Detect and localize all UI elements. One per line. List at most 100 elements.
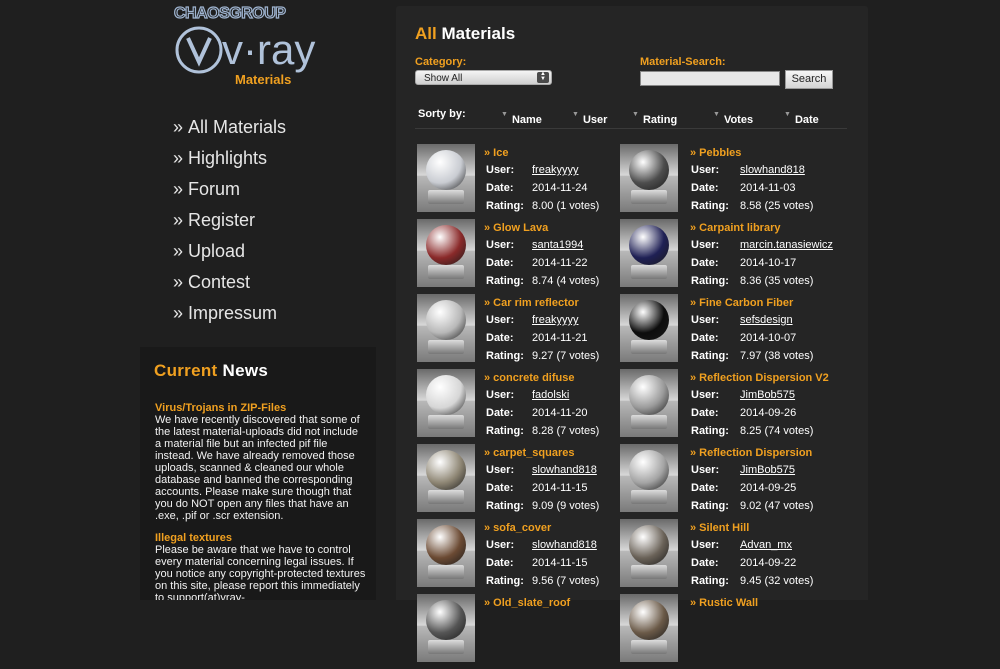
vray-materials-logo[interactable]: CHAOSGROUP v·ray Materials [172, 2, 330, 88]
sort-by-date[interactable]: ▼ Date [784, 108, 819, 126]
nav-item-label: Impressum [188, 303, 278, 323]
material-name-link[interactable]: » Old_slate_roof [484, 597, 570, 609]
material-date: 2014-11-15 [532, 557, 588, 569]
material-card: » Pebbles User: slowhand818 Date: 2014-11-03… [620, 144, 855, 219]
material-name-link[interactable]: » carpet_squares [484, 447, 575, 459]
news-item-body: We have recently discovered that some of… [155, 414, 360, 522]
nav-item-label: All Materials [188, 117, 287, 137]
logo-brand: v·ray [222, 26, 315, 73]
nav-arrow-icon: » [173, 272, 184, 292]
material-name-link[interactable]: » Rustic Wall [690, 597, 758, 609]
material-user-link[interactable]: JimBob575 [740, 464, 795, 476]
search-label: Material-Search: [640, 56, 726, 68]
material-name-link[interactable]: » Reflection Dispersion [690, 447, 812, 459]
material-user-label: User: [486, 539, 515, 551]
material-thumbnail[interactable] [620, 219, 678, 287]
material-rating-label: Rating: [486, 275, 524, 287]
material-thumbnail[interactable] [620, 594, 678, 662]
material-rating-label: Rating: [486, 425, 524, 437]
material-pedestal-icon [428, 340, 464, 354]
material-user-link[interactable]: santa1994 [532, 239, 583, 251]
search-button[interactable]: Search [785, 70, 833, 89]
material-name-link[interactable]: » Silent Hill [690, 522, 749, 534]
material-user-link[interactable]: slowhand818 [532, 464, 597, 476]
material-name-link[interactable]: » Reflection Dispersion V2 [690, 372, 829, 384]
sort-label: Sorty by: [418, 108, 466, 120]
sort-triangle-icon: ▼ [572, 111, 579, 118]
material-user-link[interactable]: fadolski [532, 389, 569, 401]
material-user-link[interactable]: freakyyyy [532, 164, 578, 176]
news-heading-rest: News [217, 361, 269, 380]
material-thumbnail[interactable] [417, 369, 475, 437]
material-rating: 8.36 (35 votes) [740, 275, 814, 287]
material-date-label: Date: [691, 482, 719, 494]
material-name-link[interactable]: » concrete difuse [484, 372, 574, 384]
nav-item-register[interactable]: » Register [173, 209, 286, 240]
material-sphere-icon [426, 375, 466, 415]
material-date-label: Date: [486, 482, 514, 494]
material-rating-label: Rating: [691, 425, 729, 437]
material-thumbnail[interactable] [417, 444, 475, 512]
material-rating: 9.02 (47 votes) [740, 500, 814, 512]
material-sphere-icon [426, 600, 466, 640]
nav-item-contest[interactable]: » Contest [173, 271, 286, 302]
sort-by-rating[interactable]: ▼ Rating [632, 108, 677, 126]
material-name-link[interactable]: » Car rim reflector [484, 297, 579, 309]
sort-triangle-icon: ▼ [784, 111, 791, 118]
material-user-link[interactable]: marcin.tanasiewicz [740, 239, 833, 251]
nav-item-all-materials[interactable]: » All Materials [173, 116, 286, 147]
material-thumbnail[interactable] [620, 444, 678, 512]
material-thumbnail[interactable] [417, 594, 475, 662]
material-thumbnail[interactable] [620, 294, 678, 362]
logo-sub: Materials [235, 72, 291, 87]
material-pedestal-icon [631, 340, 667, 354]
sort-by-votes[interactable]: ▼ Votes [713, 108, 753, 126]
material-user-label: User: [691, 539, 720, 551]
material-thumbnail[interactable] [620, 519, 678, 587]
material-name-link[interactable]: » Pebbles [690, 147, 741, 159]
material-thumbnail[interactable] [417, 219, 475, 287]
nav-item-label: Contest [188, 272, 251, 292]
material-thumbnail[interactable] [620, 144, 678, 212]
material-user-link[interactable]: slowhand818 [740, 164, 805, 176]
material-thumbnail[interactable] [417, 144, 475, 212]
material-name-link[interactable]: » Ice [484, 147, 508, 159]
sort-by-name[interactable]: ▼ Name [501, 108, 542, 126]
material-name-link[interactable]: » Glow Lava [484, 222, 548, 234]
nav-item-forum[interactable]: » Forum [173, 178, 286, 209]
material-pedestal-icon [428, 415, 464, 429]
search-input[interactable] [640, 71, 780, 86]
nav-arrow-icon: » [173, 210, 184, 230]
news-item-title: Illegal textures [155, 532, 233, 544]
material-date: 2014-11-21 [532, 332, 588, 344]
material-name-link[interactable]: » Carpaint library [690, 222, 780, 234]
sort-triangle-icon: ▼ [632, 111, 639, 118]
material-user-link[interactable]: sefsdesign [740, 314, 793, 326]
material-date: 2014-10-17 [740, 257, 797, 269]
nav-item-upload[interactable]: » Upload [173, 240, 286, 271]
nav-item-label: Forum [188, 179, 241, 199]
material-pedestal-icon [631, 190, 667, 204]
material-sphere-icon [629, 600, 669, 640]
material-thumbnail[interactable] [417, 294, 475, 362]
sort-by-user[interactable]: ▼ User [572, 108, 607, 126]
category-label: Category: [415, 56, 467, 68]
material-user-link[interactable]: slowhand818 [532, 539, 597, 551]
material-rating-label: Rating: [691, 275, 729, 287]
material-name-link[interactable]: » Fine Carbon Fiber [690, 297, 793, 309]
material-user-label: User: [691, 314, 720, 326]
material-user-link[interactable]: Advan_mx [740, 539, 792, 551]
nav-item-impressum[interactable]: » Impressum [173, 302, 286, 333]
material-pedestal-icon [428, 490, 464, 504]
material-thumbnail[interactable] [417, 519, 475, 587]
sort-key-label: Name [511, 114, 542, 126]
material-user-link[interactable]: freakyyyy [532, 314, 578, 326]
material-thumbnail[interactable] [620, 369, 678, 437]
nav-item-highlights[interactable]: » Highlights [173, 147, 286, 178]
material-rating: 8.28 (7 votes) [532, 425, 600, 437]
category-select[interactable]: Show All ▲ ▼ [415, 70, 552, 85]
nav-arrow-icon: » [173, 179, 184, 199]
material-user-label: User: [486, 239, 515, 251]
material-user-link[interactable]: JimBob575 [740, 389, 795, 401]
material-name-link[interactable]: » sofa_cover [484, 522, 551, 534]
